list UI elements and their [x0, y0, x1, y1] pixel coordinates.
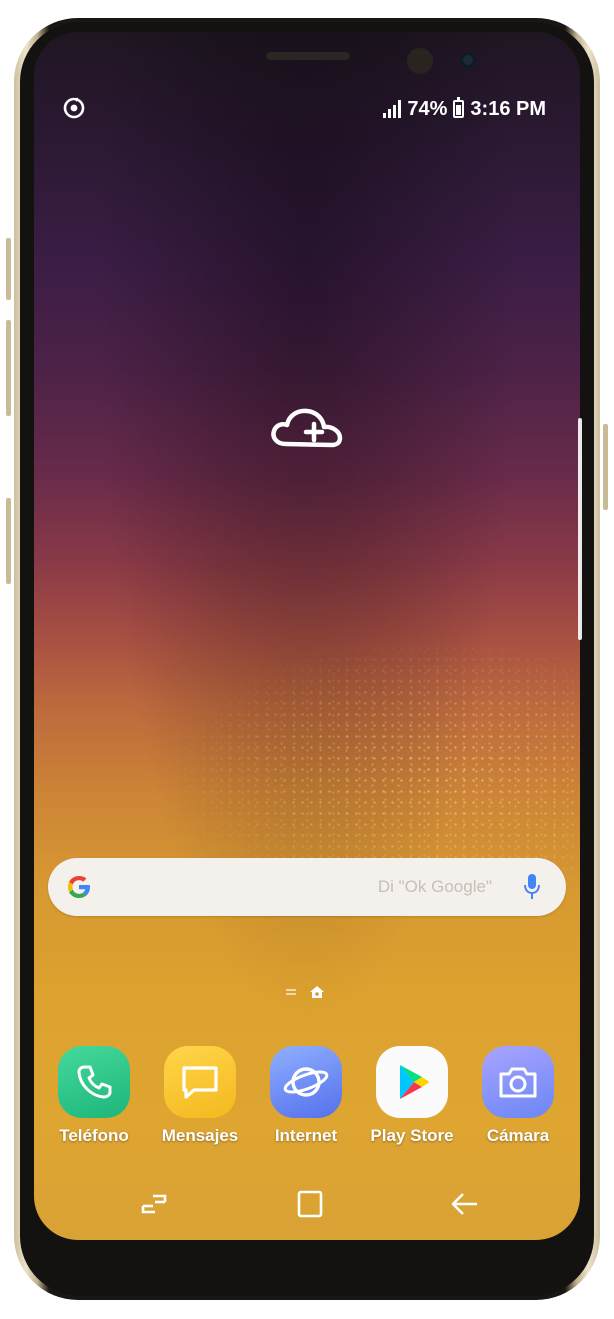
app-label: Mensajes [161, 1126, 239, 1145]
wallpaper-sparkle [154, 632, 580, 892]
home-button[interactable] [290, 1184, 330, 1224]
signal-bars-icon [383, 100, 402, 118]
sync-icon [63, 97, 85, 119]
menu-lines-icon [286, 989, 296, 995]
volume-up-button [6, 238, 11, 300]
volume-down-button [6, 320, 11, 416]
bixby-button [6, 498, 11, 584]
home-button-icon [297, 1190, 323, 1218]
app-internet[interactable]: Internet [256, 1046, 356, 1146]
app-mensajes[interactable]: Mensajes [150, 1046, 250, 1146]
navigation-bar [120, 1184, 500, 1224]
google-search-bar[interactable]: Di "Ok Google" [48, 858, 566, 916]
back-button[interactable] [444, 1184, 484, 1224]
page-indicator[interactable] [286, 986, 324, 998]
messages-icon [164, 1046, 236, 1118]
clock: 3:16 PM [470, 97, 546, 120]
app-play-store[interactable]: Play Store [362, 1046, 462, 1146]
camera-icon [482, 1046, 554, 1118]
app-label: Cámara [486, 1126, 550, 1145]
battery-percent: 74% [407, 97, 448, 120]
front-camera [460, 52, 476, 68]
iris-sensor [407, 48, 433, 74]
internet-browser-icon [270, 1046, 342, 1118]
power-button [603, 424, 608, 510]
home-page-icon [310, 986, 324, 998]
earpiece-speaker [266, 52, 350, 60]
recents-button[interactable] [134, 1184, 174, 1224]
back-arrow-icon [451, 1193, 477, 1215]
app-camara[interactable]: Cámara [468, 1046, 568, 1146]
cloud-add-icon[interactable] [270, 402, 344, 454]
app-label: Internet [274, 1126, 338, 1145]
recents-icon [141, 1194, 167, 1214]
app-telefono[interactable]: Teléfono [44, 1046, 144, 1146]
play-store-icon [376, 1046, 448, 1118]
app-dock: Teléfono Mensajes Internet Play Store Cá… [52, 1046, 572, 1156]
search-placeholder: Di "Ok Google" [377, 877, 492, 896]
edge-panel-handle[interactable] [578, 418, 582, 640]
phone-icon [58, 1046, 130, 1118]
status-bar-right: 74% 3:16 PM [383, 96, 546, 122]
app-label: Teléfono [59, 1126, 129, 1145]
app-label: Play Store [370, 1126, 454, 1145]
google-g-icon [68, 876, 90, 898]
battery-icon [453, 97, 465, 118]
microphone-icon[interactable] [522, 872, 542, 902]
